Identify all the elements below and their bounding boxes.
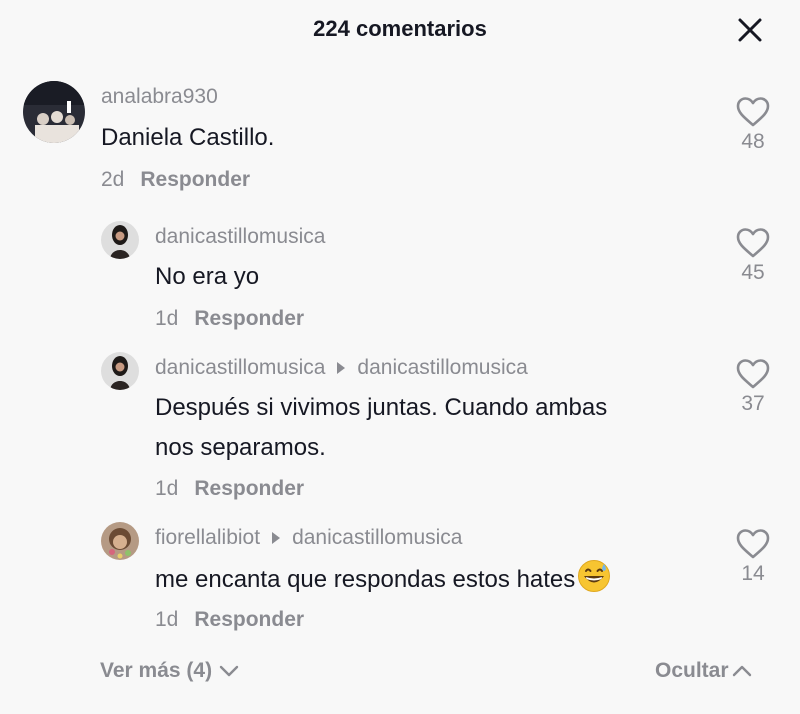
avatar[interactable] — [101, 522, 139, 560]
comment-text: me encanta que respondas estos hates — [155, 559, 611, 600]
like-button[interactable]: 45 — [728, 227, 778, 285]
avatar[interactable] — [23, 81, 85, 143]
comment-time: 2d — [101, 168, 125, 191]
comment-author[interactable]: danicastillomusica — [155, 356, 325, 380]
comments-header: 224 comentarios — [0, 0, 800, 60]
comment-username[interactable]: analabra930 — [101, 85, 218, 109]
comments-count-title: 224 comentarios — [313, 16, 487, 41]
view-more-replies-button[interactable]: Ver más (4) — [100, 659, 240, 683]
chevron-up-icon — [732, 665, 751, 677]
comment-meta: 1d Responder — [155, 307, 304, 331]
comment-meta: 1d Responder — [155, 608, 304, 632]
comment-text-line: nos separamos. — [155, 434, 326, 461]
comment-author[interactable]: fiorellalibiot — [155, 526, 260, 550]
comment-text-line: Después si vivimos juntas. Cuando ambas — [155, 394, 608, 421]
like-button[interactable]: 37 — [728, 358, 778, 416]
like-button[interactable]: 14 — [728, 528, 778, 586]
reply-to-user[interactable]: danicastillomusica — [292, 526, 462, 550]
reply-arrow-icon — [337, 362, 346, 374]
heart-icon — [736, 529, 770, 559]
comment-username: fiorellalibiot danicastillomusica — [155, 526, 462, 550]
reply-arrow-icon — [272, 532, 281, 544]
heart-icon — [736, 228, 770, 258]
like-button[interactable]: 48 — [728, 96, 778, 154]
heart-icon — [736, 97, 770, 127]
avatar[interactable] — [101, 352, 139, 390]
reply-button[interactable]: Responder — [140, 168, 250, 191]
avatar[interactable] — [101, 221, 139, 259]
comment-text-content: me encanta que respondas estos hates — [155, 566, 576, 593]
comment-text: Después si vivimos juntas. Cuando ambas … — [155, 388, 607, 468]
comment-username: danicastillomusica danicastillomusica — [155, 356, 528, 380]
reply-button[interactable]: Responder — [194, 307, 304, 330]
like-count: 37 — [741, 392, 765, 415]
reply-button[interactable]: Responder — [194, 608, 304, 631]
chevron-down-icon — [219, 665, 239, 677]
grinning-sweat-emoji-icon — [578, 560, 611, 592]
heart-icon — [736, 359, 770, 389]
hide-replies-button[interactable]: Ocultar — [655, 659, 753, 683]
reply-to-user[interactable]: danicastillomusica — [357, 356, 527, 380]
like-count: 14 — [741, 562, 765, 585]
comment-meta: 1d Responder — [155, 477, 304, 501]
close-icon — [738, 18, 762, 42]
comment-username[interactable]: danicastillomusica — [155, 225, 325, 249]
close-button[interactable] — [732, 12, 768, 48]
comment-time: 1d — [155, 608, 179, 631]
comment-time: 1d — [155, 477, 179, 500]
comment-text: No era yo — [155, 263, 260, 290]
like-count: 45 — [741, 261, 765, 284]
comment-time: 1d — [155, 307, 179, 330]
hide-label: Ocultar — [655, 659, 729, 682]
view-more-label: Ver más (4) — [100, 659, 213, 682]
comment-meta: 2d Responder — [101, 168, 250, 192]
like-count: 48 — [741, 130, 765, 153]
comment-text: Daniela Castillo. — [101, 124, 275, 151]
reply-button[interactable]: Responder — [194, 477, 304, 500]
